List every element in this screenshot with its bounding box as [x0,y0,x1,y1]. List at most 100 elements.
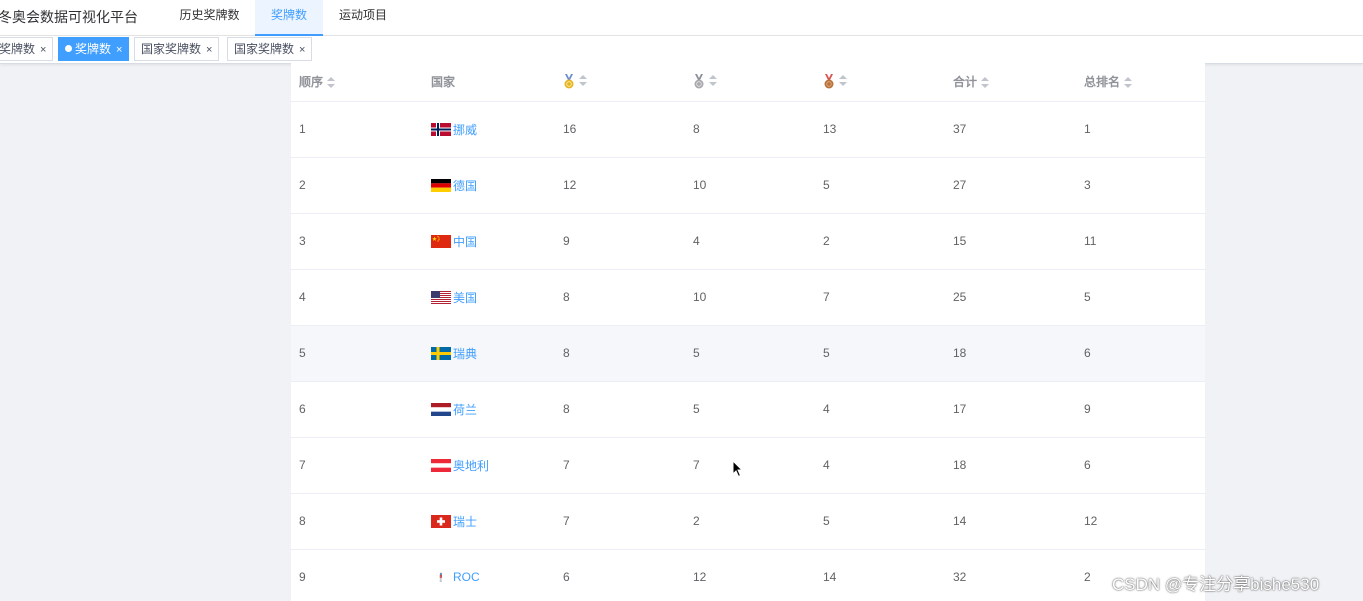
roc-flag-icon [439,572,443,583]
country-link[interactable]: 中国 [453,235,477,249]
sort-caret-icon[interactable] [579,75,587,87]
cell-rank: 9 [291,549,423,601]
close-icon[interactable]: × [299,39,305,61]
column-header-total[interactable]: 合计 [945,63,1076,102]
netherlands-flag-icon [431,402,451,416]
table-row[interactable]: 6 荷兰 8 5 4 17 9 [291,381,1205,438]
country-link[interactable]: 瑞士 [453,515,477,529]
close-icon[interactable]: × [116,39,122,61]
norway-flag-icon [431,122,451,136]
usa-flag-icon [431,290,451,304]
silver-medal-icon [694,74,704,89]
tag-medals-active[interactable]: 奖牌数 × [58,37,130,61]
column-header-silver[interactable] [685,63,815,102]
country-link[interactable]: 奥地利 [453,459,489,473]
cell-rank: 5 [291,325,423,382]
column-header-rank[interactable]: 顺序 [291,63,423,102]
column-header-gold[interactable] [555,63,685,102]
cell-country: 荷兰 [423,381,555,438]
cell-overall-rank: 1 [1076,101,1205,158]
sweden-flag-icon [431,346,451,360]
country-link[interactable]: ROC [453,570,480,584]
close-icon[interactable]: × [40,39,46,61]
cell-total: 27 [945,157,1076,214]
cell-overall-rank: 9 [1076,381,1205,438]
country-link[interactable]: 瑞典 [453,347,477,361]
country-link[interactable]: 挪威 [453,123,477,137]
cell-total: 15 [945,213,1076,270]
cell-country: 美国 [423,269,555,326]
austria-flag-icon [431,458,451,472]
cell-country: ROC [423,549,555,601]
tag-label: 奖牌数 [75,42,112,56]
cell-total: 14 [945,493,1076,550]
cell-rank: 7 [291,437,423,494]
cell-country: 中国 [423,213,555,270]
sort-caret-icon[interactable] [981,76,990,88]
table-row[interactable]: 1 挪威 16 8 13 37 1 [291,101,1205,158]
tag-label: 奖牌数 [0,42,36,56]
table-row[interactable]: 2 德国 12 10 5 27 3 [291,157,1205,214]
cell-rank: 2 [291,157,423,214]
sort-caret-icon[interactable] [1124,76,1133,88]
cell-overall-rank: 6 [1076,437,1205,494]
tag-label: 国家奖牌数 [234,42,295,56]
cell-gold: 8 [555,381,685,438]
tags-view-bar: 奖牌数 × 奖牌数 × 国家奖牌数 × 国家奖牌数 × [0,36,1363,64]
cell-bronze: 2 [815,213,945,270]
cell-silver: 5 [685,381,815,438]
column-header-country: 国家 [423,63,555,102]
cell-country: 瑞士 [423,493,555,550]
mouse-cursor-icon [732,460,744,478]
tag-medals-1[interactable]: 奖牌数 × [0,37,54,61]
column-header-overall-rank[interactable]: 总排名 [1076,63,1205,102]
cell-gold: 8 [555,269,685,326]
country-link[interactable]: 美国 [453,291,477,305]
cell-gold: 16 [555,101,685,158]
watermark: CSDN @专注分享bishe530 [1112,575,1320,594]
cell-gold: 9 [555,213,685,270]
sort-caret-icon[interactable] [709,75,717,87]
country-link[interactable]: 荷兰 [453,403,477,417]
table-row[interactable]: 9 ROC 6 12 14 32 2 [291,549,1205,601]
table-header-row: 顺序 国家 合计 总排名 [291,63,1205,102]
cell-overall-rank: 6 [1076,325,1205,382]
sort-caret-icon[interactable] [839,75,847,87]
cell-total: 25 [945,269,1076,326]
cell-gold: 12 [555,157,685,214]
cell-silver: 10 [685,157,815,214]
table-row[interactable]: 8 瑞士 7 2 5 14 12 [291,493,1205,550]
cell-bronze: 4 [815,437,945,494]
table-row[interactable]: 7 奥地利 7 7 4 18 6 [291,437,1205,494]
cell-rank: 1 [291,101,423,158]
cell-gold: 6 [555,549,685,601]
cell-country: 瑞典 [423,325,555,382]
cell-silver: 12 [685,549,815,601]
close-icon[interactable]: × [206,39,212,61]
cell-gold: 7 [555,437,685,494]
top-navbar: 冬奥会数据可视化平台 历史奖牌数 奖牌数 运动项目 [0,0,1363,36]
nav-medals[interactable]: 奖牌数 [255,0,323,36]
china-flag-icon [431,234,451,248]
table-body: 1 挪威 16 8 13 37 1 2 德国 12 10 5 27 3 3 中国 9 4 2 15 11 4 美国 8 10 7 2… [291,101,1205,601]
table-row[interactable]: 4 美国 8 10 7 25 5 [291,269,1205,326]
cell-gold: 7 [555,493,685,550]
country-link[interactable]: 德国 [453,179,477,193]
tag-country-medals-1[interactable]: 国家奖牌数 × [134,37,220,61]
nav-sports[interactable]: 运动项目 [326,0,400,36]
column-header-bronze[interactable] [815,63,945,102]
cell-bronze: 13 [815,101,945,158]
sort-caret-icon[interactable] [327,76,336,88]
nav-history-medals[interactable]: 历史奖牌数 [167,0,252,36]
cell-bronze: 7 [815,269,945,326]
cell-rank: 4 [291,269,423,326]
cell-rank: 6 [291,381,423,438]
tag-country-medals-2[interactable]: 国家奖牌数 × [227,37,313,61]
bronze-medal-icon [824,74,834,89]
cell-gold: 8 [555,325,685,382]
cell-rank: 8 [291,493,423,550]
cell-overall-rank: 3 [1076,157,1205,214]
table-row[interactable]: 5 瑞典 8 5 5 18 6 [291,325,1205,382]
cell-total: 32 [945,549,1076,601]
table-row[interactable]: 3 中国 9 4 2 15 11 [291,213,1205,270]
